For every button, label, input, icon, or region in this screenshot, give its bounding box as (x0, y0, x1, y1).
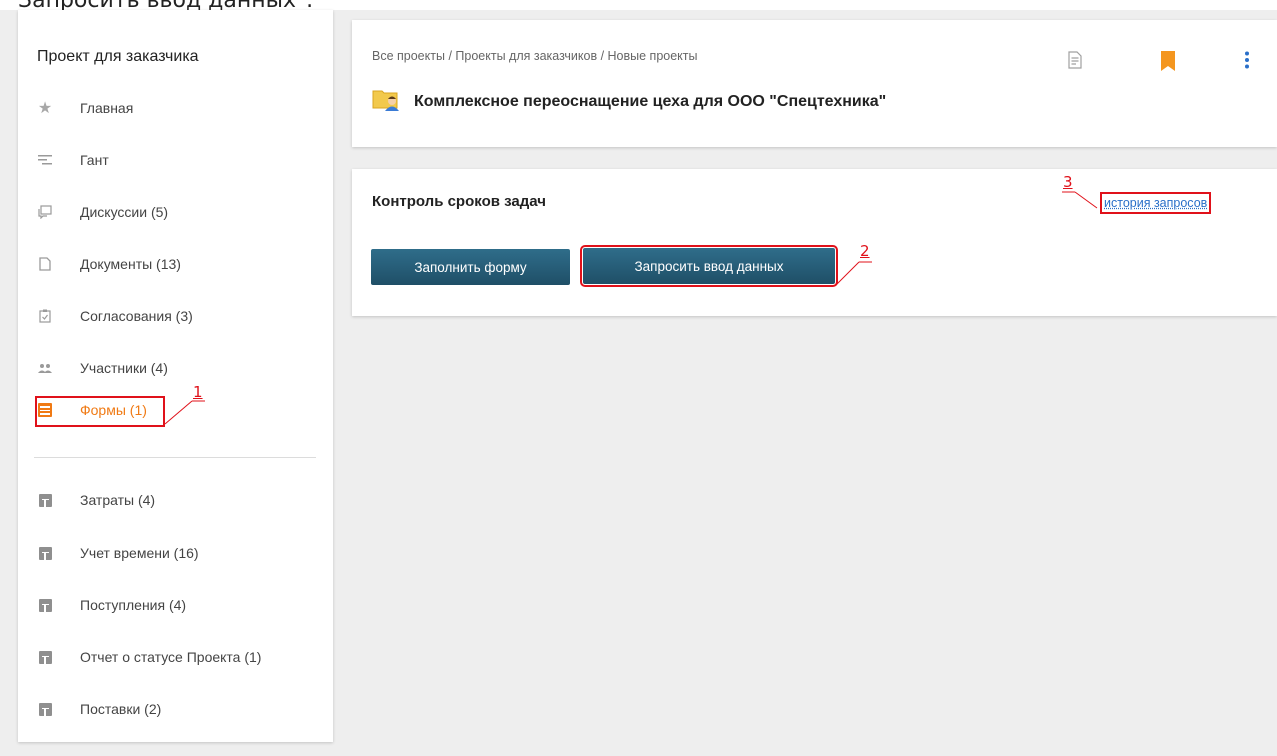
breadcrumb: Все проекты / Проекты для заказчиков / Н… (372, 49, 698, 63)
sidebar-item-deliveries[interactable]: Поставки (2) (18, 694, 333, 724)
sidebar-item-label: Согласования (3) (80, 308, 193, 324)
sidebar-item-label: Затраты (4) (80, 492, 156, 508)
annotation-number-2: 2 (860, 242, 870, 260)
document-icon (38, 257, 52, 271)
sidebar-divider (34, 457, 316, 458)
sidebar-item-approvals[interactable]: Согласования (3) (18, 301, 333, 331)
sidebar-item-time-tracking[interactable]: Учет времени (16) (18, 538, 333, 568)
sidebar-item-label: Поставки (2) (80, 701, 162, 717)
project-header: Все проекты / Проекты для заказчиков / Н… (352, 20, 1277, 147)
sidebar-item-label: Участники (4) (80, 360, 168, 376)
approval-icon (38, 309, 52, 323)
sidebar-item-label: Гант (80, 152, 109, 168)
star-icon: ★ (37, 100, 53, 117)
table-icon (38, 650, 52, 664)
sidebar-item-label: Поступления (4) (80, 597, 187, 613)
discussion-icon (38, 205, 52, 219)
participants-icon (38, 361, 52, 375)
sidebar-title: Проект для заказчика (37, 48, 199, 65)
gantt-icon (38, 153, 52, 167)
sidebar-item-label: Дискуссии (5) (80, 204, 169, 220)
breadcrumb-new-projects[interactable]: Новые проекты (608, 49, 698, 63)
sidebar-item-costs[interactable]: Затраты (4) (18, 485, 333, 515)
bookmark-icon[interactable] (1161, 51, 1175, 71)
form-card: Контроль сроков задач история запросов З… (352, 169, 1277, 316)
request-history-link[interactable]: история запросов (1100, 192, 1212, 214)
sidebar-item-discussions[interactable]: Дискуссии (5) (18, 197, 333, 227)
fill-form-button[interactable]: Заполнить форму (371, 249, 570, 285)
sidebar-item-label: Отчет о статусе Проекта (1) (80, 649, 262, 665)
project-folder-icon (372, 90, 399, 111)
more-vertical-icon[interactable] (1244, 51, 1250, 69)
sidebar-item-participants[interactable]: Участники (4) (18, 353, 333, 383)
table-icon (38, 702, 52, 716)
annotation-number-3: 3 (1063, 173, 1073, 191)
sidebar-item-label: Главная (80, 100, 134, 116)
table-icon (38, 546, 52, 560)
sidebar-item-receipts[interactable]: Поступления (4) (18, 590, 333, 620)
document-add-icon[interactable] (1068, 51, 1082, 69)
annotation-number-1: 1 (193, 383, 203, 401)
project-title: Комплексное переоснащение цеха для ООО "… (414, 93, 887, 110)
sidebar-item-status-report[interactable]: Отчет о статусе Проекта (1) (18, 642, 333, 672)
sidebar-item-label: Учет времени (16) (80, 545, 199, 561)
sidebar: Проект для заказчика ★ Главная Гант Диск… (18, 10, 333, 742)
sidebar-item-gantt[interactable]: Гант (18, 145, 333, 175)
annotation-box-forms (35, 396, 165, 427)
table-icon (38, 493, 52, 507)
table-icon (38, 598, 52, 612)
breadcrumb-separator: / (597, 49, 608, 63)
form-title: Контроль сроков задач (372, 193, 546, 210)
sidebar-item-label: Документы (13) (80, 256, 181, 272)
breadcrumb-all-projects[interactable]: Все проекты (372, 49, 445, 63)
request-data-button[interactable]: Запросить ввод данных (580, 245, 838, 287)
breadcrumb-client-projects[interactable]: Проекты для заказчиков (455, 49, 597, 63)
sidebar-item-documents[interactable]: Документы (13) (18, 249, 333, 279)
sidebar-item-home[interactable]: ★ Главная (18, 93, 333, 123)
breadcrumb-separator: / (444, 49, 456, 63)
